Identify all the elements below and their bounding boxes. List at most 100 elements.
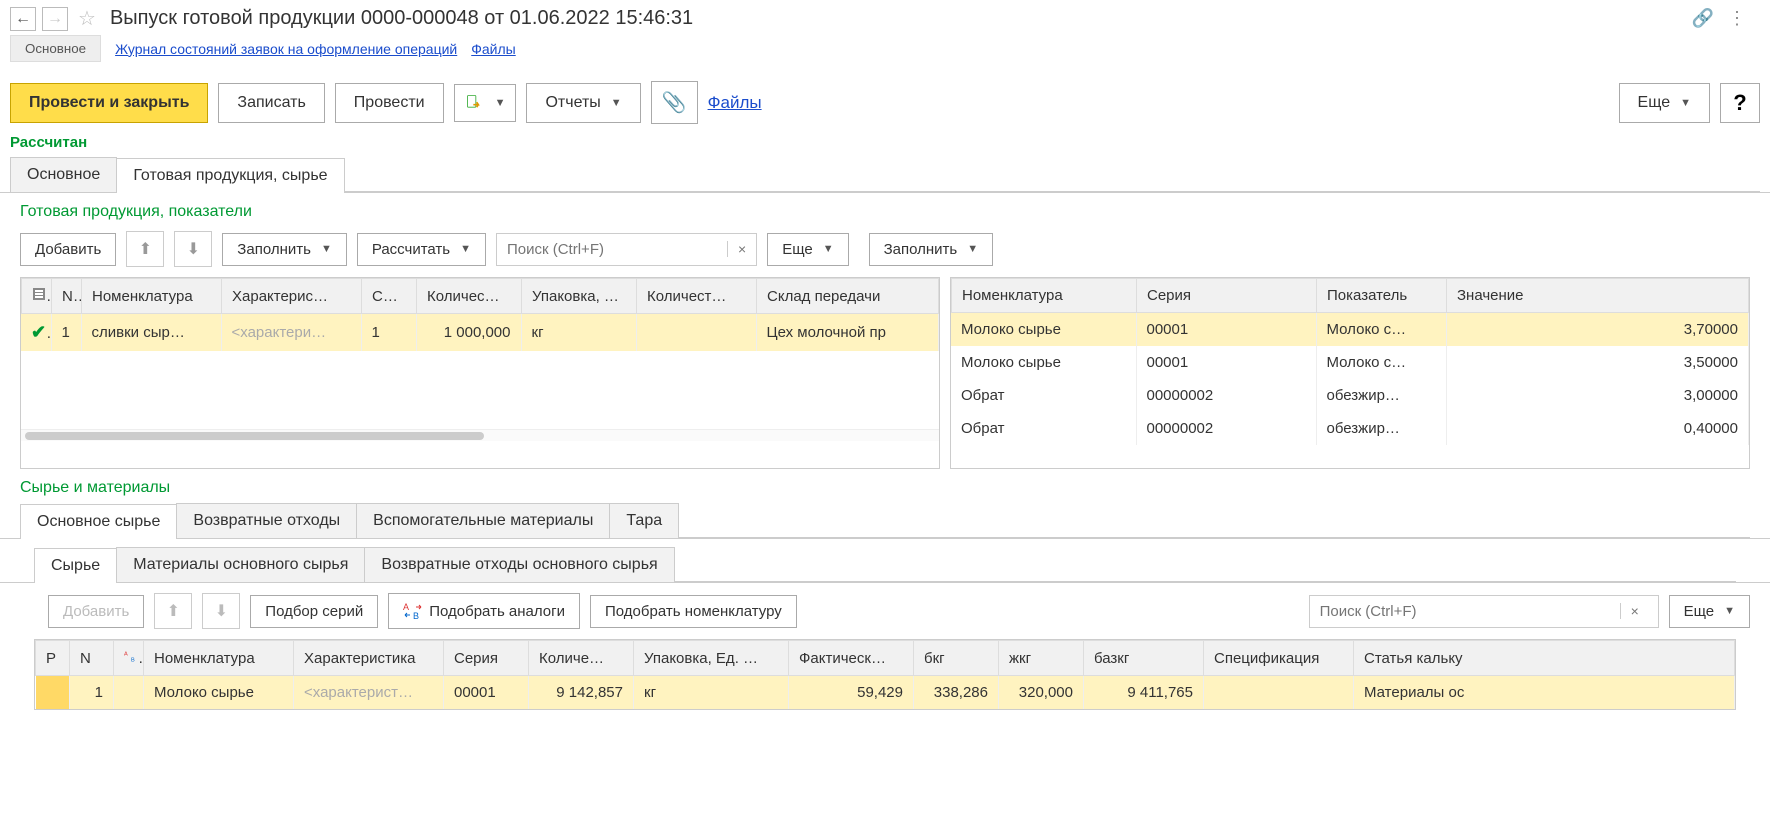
col-bazkg[interactable]: базкг (1084, 641, 1204, 676)
h-scrollbar[interactable] (21, 429, 939, 441)
tab-main-raw[interactable]: Основное сырье (20, 504, 177, 539)
col-marker[interactable] (22, 279, 52, 314)
pick-nomenclature-button[interactable]: Подобрать номенклатуру (590, 595, 797, 628)
move-up-button[interactable]: ⬆ (126, 231, 164, 267)
paperclip-icon: 📎 (662, 90, 687, 115)
col-swap-icon[interactable]: AB (114, 641, 144, 676)
col-series[interactable]: Серия (444, 641, 529, 676)
check-icon: ✔ (31, 322, 51, 342)
col-bkg[interactable]: бкг (914, 641, 999, 676)
col-quantity2[interactable]: Количест… (637, 279, 757, 314)
clear-search-icon[interactable]: × (727, 241, 756, 257)
move-down-button[interactable]: ⬇ (174, 231, 212, 267)
pick-series-button[interactable]: Подбор серий (250, 595, 378, 628)
raw-toolbar: Добавить ⬆ ⬇ Подбор серий AB Подобрать а… (0, 583, 1770, 633)
more-button[interactable]: Еще▼ (1619, 83, 1710, 123)
col-jkg[interactable]: жкг (999, 641, 1084, 676)
col-value[interactable]: Значение (1447, 279, 1749, 313)
svg-text:B: B (413, 611, 419, 621)
section-products-title: Готовая продукция, показатели (0, 193, 1770, 227)
col-nomenclature[interactable]: Номенклатура (144, 641, 294, 676)
subnav-journal-link[interactable]: Журнал состояний заявок на оформление оп… (115, 41, 457, 57)
save-button[interactable]: Записать (218, 83, 324, 123)
link-icon[interactable]: 🔗 (1692, 8, 1714, 29)
raw-more-button[interactable]: Еще▼ (1669, 595, 1750, 628)
svg-text:A: A (124, 651, 128, 657)
move-up-raw-button[interactable]: ⬆ (154, 593, 192, 629)
col-warehouse[interactable]: Склад передачи (757, 279, 939, 314)
tab-raw-return-waste[interactable]: Возвратные отходы основного сырья (364, 547, 674, 582)
table-row[interactable]: Молоко сырье 00001 Молоко с… 3,70000 (951, 313, 1749, 346)
window-title: Выпуск готовой продукции 0000-000048 от … (110, 7, 1686, 30)
attachment-button[interactable]: 📎 (651, 81, 698, 124)
products-search-input[interactable] (497, 234, 727, 265)
col-nomenclature[interactable]: Номенклатура (952, 279, 1137, 313)
col-spec[interactable]: Спецификация (1204, 641, 1354, 676)
svg-text:B: B (131, 658, 135, 663)
pick-analogs-button[interactable]: AB Подобрать аналоги (388, 593, 580, 629)
tab-products-raw[interactable]: Готовая продукция, сырье (116, 158, 344, 193)
raw-tabstrip: Основное сырье Возвратные отходы Вспомог… (0, 503, 1770, 539)
indicators-grid[interactable]: Номенклатура Серия Показатель Значение М… (950, 277, 1750, 469)
header-right: 🔗 ⋮ (1692, 8, 1760, 29)
table-row[interactable]: ✔ 1 сливки сыр… <характери… 1 1 000,000 … (21, 314, 939, 351)
raw-search: × (1309, 595, 1659, 628)
col-characteristic[interactable]: Характерис… (222, 279, 362, 314)
post-and-close-button[interactable]: Провести и закрыть (10, 83, 208, 123)
products-more-button[interactable]: Еще▼ (767, 233, 848, 266)
help-button[interactable]: ? (1720, 83, 1760, 123)
table-row[interactable]: Молоко сырье 00001 Молоко с… 3,50000 (951, 346, 1749, 379)
clear-raw-search-icon[interactable]: × (1620, 603, 1649, 619)
forward-button[interactable]: → (42, 7, 68, 31)
subnav-files-link[interactable]: Файлы (471, 41, 515, 57)
col-series[interactable]: Серия (1137, 279, 1317, 313)
col-n[interactable]: N (70, 641, 114, 676)
tab-raw-materials[interactable]: Материалы основного сырья (116, 547, 365, 582)
col-characteristic[interactable]: Характеристика (294, 641, 444, 676)
post-button[interactable]: Провести (335, 83, 444, 123)
tab-return-waste[interactable]: Возвратные отходы (176, 503, 357, 538)
table-row[interactable]: Обрат 00000002 обезжир… 0,40000 (951, 412, 1749, 445)
add-product-button[interactable]: Добавить (20, 233, 116, 266)
main-tabstrip: Основное Готовая продукция, сырье (0, 157, 1770, 193)
tab-tare[interactable]: Тара (609, 503, 679, 538)
table-header-row: Р N AB Номенклатура Характеристика Серия… (36, 641, 1735, 676)
fill-products-button[interactable]: Заполнить▼ (222, 233, 347, 266)
col-packaging[interactable]: Упаковка, Ед. … (634, 641, 789, 676)
main-toolbar: Провести и закрыть Записать Провести ▼ О… (0, 71, 1770, 134)
table-row[interactable]: 1 Молоко сырье <характерист… 00001 9 142… (36, 676, 1735, 710)
favorite-star-icon[interactable]: ☆ (78, 6, 96, 31)
table-row[interactable]: Обрат 00000002 обезжир… 3,00000 (951, 379, 1749, 412)
table-header-row: Номенклатура Серия Показатель Значение (952, 279, 1749, 313)
col-p[interactable]: Р (36, 641, 70, 676)
window-header: ← → ☆ Выпуск готовой продукции 0000-0000… (0, 0, 1770, 35)
create-based-on-button[interactable]: ▼ (454, 84, 517, 122)
col-series[interactable]: Се… (362, 279, 417, 314)
col-cost[interactable]: Статья кальку (1354, 641, 1735, 676)
products-grid[interactable]: N Номенклатура Характерис… Се… Количес… … (20, 277, 940, 469)
subnav-main-button[interactable]: Основное (10, 35, 101, 62)
back-button[interactable]: ← (10, 7, 36, 31)
calculate-button[interactable]: Рассчитать▼ (357, 233, 486, 266)
files-link[interactable]: Файлы (708, 93, 762, 113)
raw-search-input[interactable] (1310, 596, 1620, 627)
fill-indicators-button[interactable]: Заполнить▼ (869, 233, 994, 266)
raw-grid[interactable]: Р N AB Номенклатура Характеристика Серия… (34, 639, 1736, 710)
tab-main[interactable]: Основное (10, 157, 117, 192)
tab-raw[interactable]: Сырье (34, 548, 117, 583)
col-indicator[interactable]: Показатель (1317, 279, 1447, 313)
subnav-bar: Основное Журнал состояний заявок на офор… (0, 35, 1770, 71)
col-nomenclature[interactable]: Номенклатура (82, 279, 222, 314)
products-search: × (496, 233, 757, 266)
reports-button[interactable]: Отчеты▼ (526, 83, 640, 123)
tab-aux-materials[interactable]: Вспомогательные материалы (356, 503, 610, 538)
col-quantity[interactable]: Количес… (417, 279, 522, 314)
col-fact[interactable]: Фактическ… (789, 641, 914, 676)
col-packaging[interactable]: Упаковка, … (522, 279, 637, 314)
col-quantity[interactable]: Количе… (529, 641, 634, 676)
col-n[interactable]: N (52, 279, 82, 314)
raw-grid-wrap: Р N AB Номенклатура Характеристика Серия… (0, 633, 1770, 710)
move-down-raw-button[interactable]: ⬇ (202, 593, 240, 629)
kebab-menu-icon[interactable]: ⋮ (1728, 8, 1746, 29)
add-raw-button[interactable]: Добавить (48, 595, 144, 628)
